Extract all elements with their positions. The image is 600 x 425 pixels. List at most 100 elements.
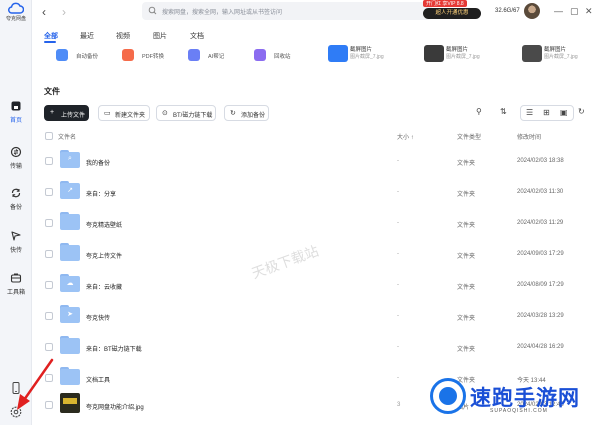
quick-tool-label: AI帮记 [208, 54, 225, 60]
file-name[interactable]: 夸克上传文件 [86, 251, 122, 260]
file-size: - [397, 158, 399, 164]
sidebar-item-label: 工具箱 [6, 290, 25, 296]
recent-file-title: 截屏图片 [350, 47, 373, 53]
table-row[interactable]: ⌕ 我的备份 - 文件夹 2024/02/03 18:38 [44, 146, 584, 177]
sort-arrow-icon: ↑ [410, 135, 414, 141]
file-toolbar: + 上传文件 ▭ 新建文件夹 ⊙ BT/磁力链下载 ↻ 添加备份 ⚲ ⇅ ☰ ⊞… [44, 105, 600, 121]
size-label: 大小 [397, 135, 410, 141]
tab-recent[interactable]: 最近 [80, 31, 94, 41]
new-folder-icon: ▭ [104, 110, 111, 117]
phone-icon[interactable] [9, 381, 23, 395]
file-name[interactable]: 来自：分享 [86, 189, 116, 198]
row-checkbox[interactable] [45, 374, 53, 382]
backup-icon: ↻ [230, 110, 236, 117]
bt-download-button[interactable]: ⊙ BT/磁力链下载 [156, 105, 216, 121]
row-checkbox[interactable] [45, 250, 53, 258]
pdf-convert-icon [122, 49, 134, 61]
column-header-name[interactable]: 文件名 [58, 132, 76, 141]
forward-arrow-icon[interactable]: › [62, 5, 66, 19]
sidebar-item-label: 传输 [9, 164, 22, 170]
file-name[interactable]: 夸克快传 [86, 313, 110, 322]
file-type: 文件夹 [457, 285, 476, 291]
file-name[interactable]: 夸克精选壁纸 [86, 220, 122, 229]
sort-icon[interactable]: ⇅ [500, 107, 507, 116]
bt-download-button-label: BT/磁力链下载 [173, 113, 213, 119]
table-row[interactable]: ☁ 来自：云收藏 - 文件夹 2024/08/09 17:29 [44, 270, 584, 301]
file-size: 3 [397, 402, 401, 408]
column-header-size[interactable]: 大小 ↑ [397, 132, 414, 141]
magnet-icon: ⊙ [162, 110, 168, 117]
sidebar-item-quick-transfer[interactable]: 快传 [0, 230, 32, 254]
file-name[interactable]: 来自：BT磁力链下载 [86, 344, 142, 353]
auto-backup-icon [56, 49, 68, 61]
vip-upgrade-button[interactable]: 超人开通优惠 [423, 8, 481, 19]
table-row[interactable]: ↗ 来自：分享 - 文件夹 2024/02/03 11:30 [44, 177, 584, 208]
minimize-icon[interactable]: — [554, 6, 563, 16]
new-folder-button[interactable]: ▭ 新建文件夹 [98, 105, 150, 121]
file-type: 文件夹 [457, 192, 476, 198]
sidebar: 夸克网盘 首页 传输 备份 快传 工具箱 [0, 0, 32, 425]
back-arrow-icon[interactable]: ‹ [42, 5, 46, 19]
select-all-checkbox[interactable] [45, 132, 53, 140]
recent-file-thumbnail [522, 45, 542, 62]
file-type: 文件夹 [457, 254, 476, 260]
sidebar-item-transfer[interactable]: 传输 [0, 146, 32, 170]
row-checkbox[interactable] [45, 401, 53, 409]
search-placeholder: 搜索网盘，搜索全网，输入网址或从书签访问 [162, 10, 283, 16]
file-time: 2024/08/09 17:29 [517, 282, 564, 288]
add-backup-button[interactable]: ↻ 添加备份 [224, 105, 269, 121]
file-time: 2024/02/03 18:38 [517, 158, 564, 164]
file-name[interactable]: 来自：云收藏 [86, 282, 122, 291]
column-header-type[interactable]: 文件类型 [457, 132, 481, 141]
table-row[interactable]: ➤ 夸克快传 - 文件夹 2024/03/28 13:29 [44, 301, 584, 332]
recent-file-title: 截屏图片 [446, 47, 469, 53]
preview-view-icon[interactable]: ▣ [560, 108, 568, 117]
table-row[interactable]: 夸克精选壁纸 - 文件夹 2024/02/03 11:29 [44, 208, 584, 239]
upload-button-label: 上传文件 [61, 113, 86, 119]
file-name[interactable]: 文档工具 [86, 375, 110, 384]
row-checkbox[interactable] [45, 312, 53, 320]
file-size: - [397, 251, 399, 257]
row-checkbox[interactable] [45, 219, 53, 227]
file-size: - [397, 282, 399, 288]
grid-view-icon[interactable]: ⊞ [543, 108, 550, 117]
recent-file-subtitle: 图片截屏_7.jpg [446, 54, 480, 60]
file-type: 文件夹 [457, 316, 476, 322]
avatar[interactable] [524, 3, 540, 19]
row-checkbox[interactable] [45, 188, 53, 196]
row-checkbox[interactable] [45, 343, 53, 351]
file-name[interactable]: 夸克网盘功能介绍.jpg [86, 402, 144, 411]
sidebar-item-home[interactable]: 首页 [0, 100, 32, 124]
sidebar-item-toolbox[interactable]: 工具箱 [0, 272, 32, 296]
upload-button[interactable]: + 上传文件 [44, 105, 89, 121]
transfer-icon [10, 146, 22, 158]
sidebar-item-label: 首页 [9, 118, 22, 124]
settings-icon[interactable] [9, 405, 23, 419]
column-header-time[interactable]: 修改时间 [517, 132, 541, 141]
plus-icon: + [50, 109, 55, 116]
backup-icon [11, 188, 21, 198]
refresh-icon[interactable]: ↻ [578, 107, 585, 116]
search-input[interactable]: 搜索网盘，搜索全网，输入网址或从书签访问 [142, 2, 432, 20]
file-name[interactable]: 我的备份 [86, 158, 110, 167]
quick-folder-icon: ➤ [60, 305, 80, 323]
app-logo[interactable]: 夸克网盘 [4, 2, 28, 22]
row-checkbox[interactable] [45, 281, 53, 289]
tab-image[interactable]: 图片 [153, 31, 167, 41]
close-icon[interactable]: ✕ [585, 6, 593, 17]
storage-usage[interactable]: 32.6G/67 [495, 8, 520, 14]
sidebar-item-backup[interactable]: 备份 [0, 187, 32, 211]
table-row[interactable]: 来自：BT磁力链下载 - 文件夹 2024/04/28 16:29 [44, 332, 584, 363]
row-checkbox[interactable] [45, 157, 53, 165]
list-view-icon[interactable]: ☰ [526, 108, 533, 117]
maximize-icon[interactable]: ▢ [570, 6, 579, 17]
tab-video[interactable]: 视频 [116, 31, 130, 41]
backup-folder-icon: ⌕ [60, 150, 80, 168]
sidebar-item-label: 快传 [9, 248, 22, 254]
home-icon [11, 101, 21, 111]
recent-file-subtitle: 图片截屏_7.jpg [544, 54, 578, 60]
watermark-logo: 速跑手游网 SUPAOQISHI.COM [430, 378, 600, 425]
filter-icon[interactable]: ⚲ [476, 107, 482, 116]
tab-all[interactable]: 全部 [44, 31, 58, 41]
tab-document[interactable]: 文档 [190, 31, 204, 41]
